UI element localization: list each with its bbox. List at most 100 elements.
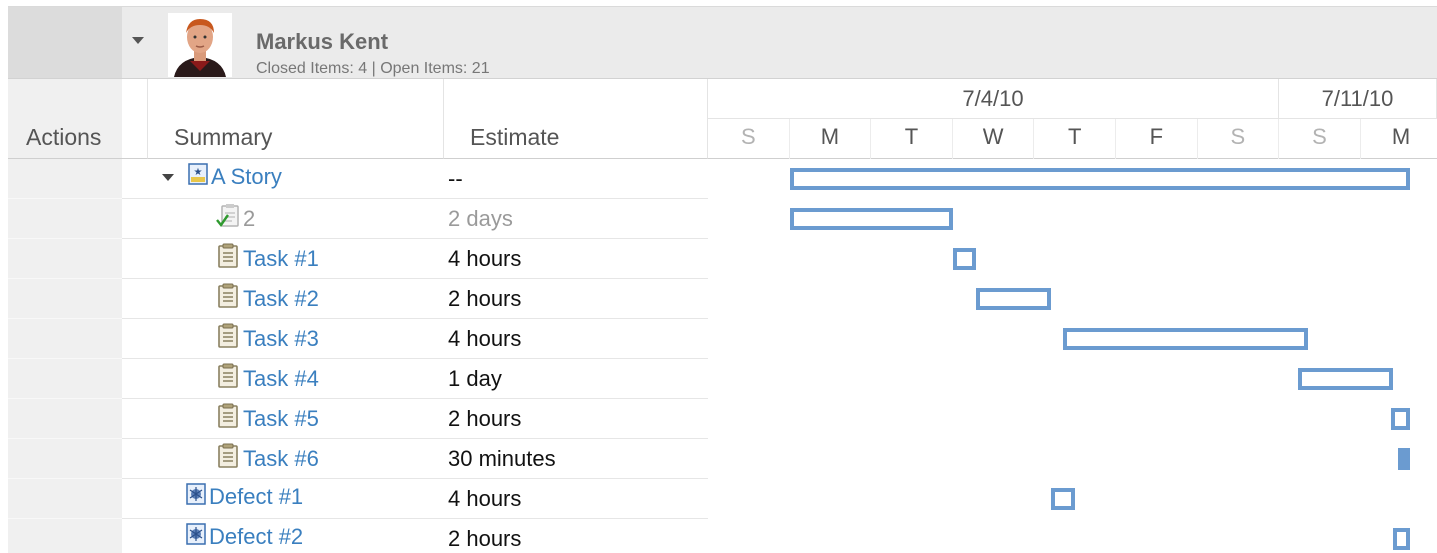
day-label: M [790,119,872,159]
summary-header-label: Summary [174,124,273,150]
day-label: F [1116,119,1198,159]
row-estimate: 1 day [448,366,502,391]
day-label: T [1034,119,1116,159]
row-cells: Task #4 1 day [122,359,708,399]
task-icon [216,283,240,315]
row-estimate: -- [448,166,463,191]
row-cells: Task #6 30 minutes [122,439,708,479]
gantt-bar[interactable] [1393,528,1410,550]
row-estimate: 2 hours [448,406,522,431]
row-summary: Task #5 [216,403,319,435]
row-actions-cell[interactable] [8,399,122,439]
expander-column-header [122,79,148,159]
row-cells: Task #1 4 hours [122,239,708,279]
task-icon [216,403,240,435]
task-row[interactable]: Task #2 2 hours [8,279,1437,319]
task-row[interactable]: Task #6 30 minutes [8,439,1437,479]
user-group-gutter [8,7,122,78]
gantt-bar[interactable] [1390,408,1410,430]
row-summary-link[interactable]: A Story [211,164,282,190]
row-summary-link[interactable]: Defect #2 [209,524,303,550]
user-item-stats: Closed Items: 4 | Open Items: 21 [256,60,490,77]
task-icon [216,363,240,395]
row-summary: Task #4 [216,363,319,395]
gantt-bar[interactable] [975,288,1051,310]
row-actions-cell[interactable] [8,479,122,519]
gantt-bar[interactable] [1297,368,1394,390]
expand-story-icon[interactable] [162,173,174,181]
task-icon [216,323,240,355]
defect-icon [186,483,206,511]
row-cells: Defect #1 4 hours [122,479,708,519]
day-label: W [953,119,1035,159]
row-summary: Defect #2 [186,523,303,551]
gantt-bar[interactable] [1062,328,1308,350]
defect-row[interactable]: Defect #2 2 hours [8,519,1437,553]
row-cells: ★ A Story -- [122,159,708,199]
row-cells: Defect #2 2 hours [122,519,708,553]
task-row[interactable]: 2 2 days [8,199,1437,239]
row-actions-cell[interactable] [8,159,122,199]
row-summary-link[interactable]: Task #5 [243,406,319,432]
row-cells: Task #3 4 hours [122,319,708,359]
day-label: S [1198,119,1280,159]
gantt-bar[interactable] [1050,488,1076,510]
task-icon [216,243,240,275]
gantt-bar[interactable] [952,248,976,270]
row-summary-link[interactable]: Task #2 [243,286,319,312]
row-summary-link[interactable]: Task #1 [243,246,319,272]
gantt-bar[interactable] [789,168,1410,190]
row-summary-link[interactable]: Task #4 [243,366,319,392]
row-summary: Task #6 [216,443,319,475]
completed-task-icon [216,203,240,235]
row-summary: 2 [216,203,255,235]
day-label: S [708,119,790,159]
actions-header-label: Actions [26,124,102,150]
svg-text:★: ★ [194,167,203,178]
week-label: 7/4/10 [708,79,1279,119]
task-row[interactable]: Task #5 2 hours [8,399,1437,439]
row-actions-cell[interactable] [8,319,122,359]
row-cells: 2 2 days [122,199,708,239]
collapse-group-icon[interactable] [132,37,144,44]
row-estimate: 4 hours [448,326,522,351]
row-summary: Task #2 [216,283,319,315]
row-summary: Task #1 [216,243,319,275]
summary-column-header[interactable]: Summary [148,79,444,159]
row-summary: Task #3 [216,323,319,355]
row-summary-link[interactable]: Defect #1 [209,484,303,510]
avatar [168,13,232,77]
row-actions-cell[interactable] [8,519,122,553]
estimate-header-label: Estimate [470,124,560,150]
row-actions-cell[interactable] [8,199,122,239]
story-icon: ★ [188,163,208,191]
row-estimate: 2 hours [448,526,522,551]
day-label: S [1279,119,1361,159]
timeline-header: 7/4/10 7/11/10 SMTWTFSSM [708,79,1437,159]
defect-row[interactable]: Defect #1 4 hours [8,479,1437,519]
row-estimate: 2 hours [448,286,522,311]
row-actions-cell[interactable] [8,279,122,319]
estimate-column-header[interactable]: Estimate [444,79,708,159]
row-estimate: 4 hours [448,486,522,511]
gantt-bar[interactable] [789,208,953,230]
task-row[interactable]: Task #1 4 hours [8,239,1437,279]
row-summary-label: 2 [243,206,256,231]
row-cells: Task #2 2 hours [122,279,708,319]
row-actions-cell[interactable] [8,439,122,479]
row-estimate: 2 days [448,206,513,231]
row-summary-link[interactable]: Task #6 [243,446,319,472]
row-cells: Task #5 2 hours [122,399,708,439]
row-estimate: 4 hours [448,246,522,271]
task-row[interactable]: Task #4 1 day [8,359,1437,399]
row-summary-link[interactable]: Task #3 [243,326,319,352]
task-icon [216,443,240,475]
row-summary: Defect #1 [186,483,303,511]
day-label: M [1361,119,1437,159]
user-name: Markus Kent [256,29,389,54]
user-group-header: Markus Kent Closed Items: 4 | Open Items… [8,6,1437,79]
row-actions-cell[interactable] [8,359,122,399]
row-actions-cell[interactable] [8,239,122,279]
gantt-bar[interactable] [1397,448,1410,470]
week-label: 7/11/10 [1279,79,1437,119]
